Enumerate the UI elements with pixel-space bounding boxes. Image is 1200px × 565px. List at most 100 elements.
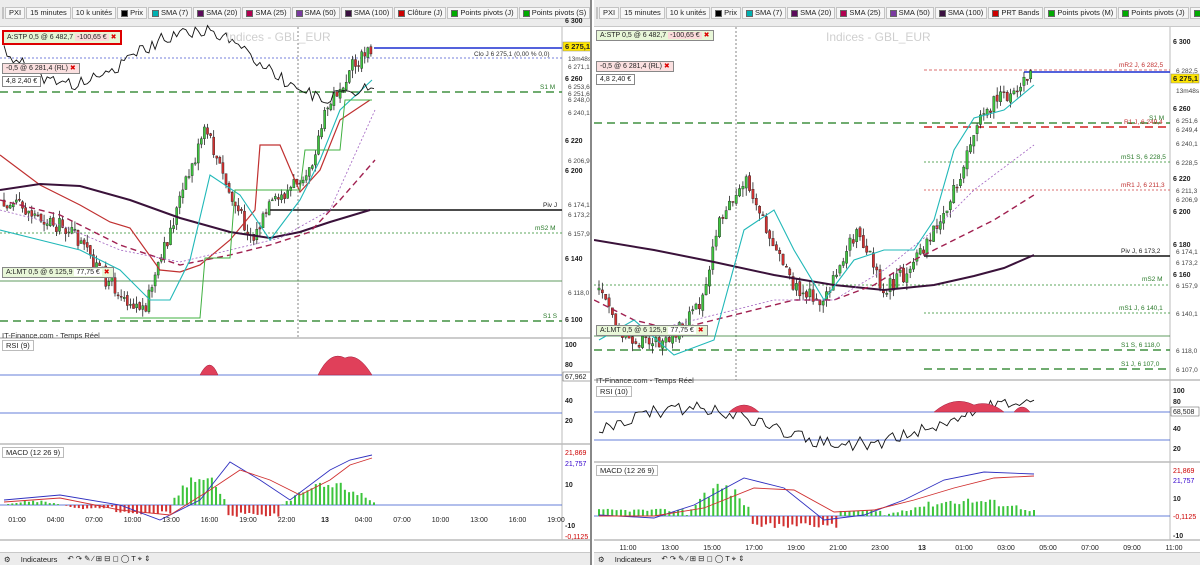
candle-body <box>694 303 698 310</box>
candle-body <box>667 337 671 342</box>
rsi-axis-label: 100 <box>1173 388 1185 395</box>
macd-histogram-bar <box>202 479 205 505</box>
stop-order-tag[interactable]: A:STP 0,5 @ 6 482,7 -100,65 € ✖ <box>596 30 714 41</box>
macd-histogram-bar <box>953 503 956 516</box>
candle-body <box>912 261 915 270</box>
candle-body <box>119 296 123 298</box>
time-axis-label: 03:00 <box>997 545 1015 552</box>
candle-body <box>959 179 962 186</box>
pivot-label: Piv J, 6 173,2 <box>1121 248 1161 255</box>
close-limit-icon[interactable]: ✖ <box>104 269 110 276</box>
close-position-icon[interactable]: ✖ <box>664 63 670 70</box>
macd-histogram-bar <box>181 485 184 505</box>
indicators-button[interactable]: Indicateurs <box>21 555 58 564</box>
indicators-button[interactable]: Indicateurs <box>615 555 652 564</box>
data-feed-label: IT-Finance.com - Temps Réel <box>596 376 694 385</box>
moving-average-line <box>653 144 1035 331</box>
macd-histogram-bar <box>905 511 908 516</box>
macd-histogram-bar <box>830 516 833 524</box>
macd-histogram-bar <box>7 504 10 505</box>
candle-body <box>641 335 644 348</box>
candle-body <box>851 239 855 244</box>
candle-body <box>73 228 77 231</box>
close-order-icon[interactable]: ✖ <box>111 34 117 41</box>
candle-body <box>42 221 46 225</box>
price-level-label: 6 206,9 <box>568 158 590 165</box>
macd-histogram-bar <box>148 505 151 514</box>
candle-body <box>651 343 654 347</box>
draw-tools[interactable]: ↶ ↷ ✎ ∕ ⊞ ⊟ ◻ ◯ T ⌖ ⇕ <box>67 554 150 564</box>
time-axis-label: 04:00 <box>47 517 65 524</box>
stop-order-tag[interactable]: A:STP 0,5 @ 6 482,7 -100,65 € ✖ <box>2 30 122 45</box>
close-limit-icon[interactable]: ✖ <box>698 327 704 334</box>
macd-histogram-bar <box>136 505 139 514</box>
candle-body <box>1022 76 1026 86</box>
pivot-label: mS1 S, 6 228,5 <box>1121 154 1166 161</box>
rsi-title[interactable]: RSI (9) <box>2 340 34 351</box>
close-order-icon[interactable]: ✖ <box>704 32 710 39</box>
stop-order-text: A:STP 0,5 @ 6 482,7 <box>600 32 667 39</box>
candle-body <box>193 162 197 165</box>
macd-histogram-bar <box>127 505 130 514</box>
macd-title[interactable]: MACD (12 26 9) <box>596 465 659 476</box>
position-tag[interactable]: -0,5 @ 6 281,4 (RL) ✖ <box>596 61 674 72</box>
candle-body <box>354 59 357 67</box>
price-level-label: 6 157,9 <box>568 231 590 238</box>
macd-histogram-bar <box>264 505 267 517</box>
macd-histogram-bar <box>331 487 334 505</box>
macd-histogram-bar <box>892 512 895 516</box>
limit-order-tag[interactable]: A:LMT 0,5 @ 6 125,9 77,75 € ✖ <box>2 267 114 278</box>
macd-histogram-bar <box>729 495 732 516</box>
candle-body <box>785 266 788 268</box>
draw-tools[interactable]: ↶ ↷ ✎ ∕ ⊞ ⊟ ◻ ◯ T ⌖ ⇕ <box>661 554 744 564</box>
close-position-icon[interactable]: ✖ <box>70 65 76 72</box>
time-axis-label: 13:00 <box>162 517 180 524</box>
candle-body <box>1009 93 1012 103</box>
settings-icon[interactable]: ⚙ <box>598 555 605 564</box>
rsi-overbought-fill <box>199 364 219 376</box>
macd-histogram-bar <box>69 505 72 507</box>
indicator-toggle-9[interactable]: Points pivots (M) <box>591 7 592 19</box>
candle-body <box>224 173 228 186</box>
stop-order-pl: -100,65 € <box>75 34 109 41</box>
candle-body <box>67 231 71 234</box>
candle-body <box>965 150 969 170</box>
macd-histogram-bar <box>364 497 367 505</box>
macd-histogram-bar <box>19 502 22 505</box>
macd-histogram-bar <box>269 505 272 516</box>
position-tag[interactable]: -0,5 @ 6 281,4 (RL) ✖ <box>2 63 80 74</box>
macd-histogram-bar <box>945 501 948 516</box>
macd-axis-label: 21,757 <box>1173 478 1195 485</box>
time-axis-label: 13 <box>918 545 926 552</box>
price-axis-label: 6 220 <box>565 138 583 145</box>
macd-histogram-bar <box>52 503 55 505</box>
macd-histogram-bar <box>81 505 84 510</box>
macd-histogram-bar <box>808 516 811 526</box>
time-axis-label: 13:00 <box>470 517 488 524</box>
rsi-axis-label: 20 <box>1173 446 1181 453</box>
candle-body <box>1019 86 1022 92</box>
candle-body <box>286 190 289 199</box>
macd-histogram-bar <box>248 505 251 513</box>
candle-body <box>206 127 209 135</box>
candle-body <box>902 267 905 283</box>
price-level-label: 6 140,1 <box>1176 311 1198 318</box>
candle-body <box>230 192 234 202</box>
position-eur: 2,40 € <box>17 78 38 85</box>
candle-body <box>48 218 52 226</box>
macd-histogram-bar <box>115 505 118 513</box>
rsi-title[interactable]: RSI (10) <box>596 386 632 397</box>
macd-histogram-bar <box>694 504 697 516</box>
candle-body <box>724 210 728 219</box>
left-price-chart[interactable]: S1 M Piv J mS2 M S1 S 6 300 6 275,1 13m48s6 27… <box>0 0 592 565</box>
candle-body <box>774 244 778 251</box>
macd-histogram-bar <box>77 505 80 509</box>
candle-body <box>751 189 755 199</box>
pivot-label: S1 S <box>543 313 558 320</box>
right-price-chart[interactable]: mR2 J, 6 282,5S1 MR1 J, 6 249,4mS1 S, 6 … <box>594 0 1200 565</box>
settings-icon[interactable]: ⚙ <box>4 555 11 564</box>
limit-order-tag[interactable]: A:LMT 0,5 @ 6 125,9 77,75 € ✖ <box>596 325 708 336</box>
candle-body <box>754 198 758 206</box>
macd-histogram-bar <box>11 503 14 505</box>
macd-title[interactable]: MACD (12 26 9) <box>2 447 65 458</box>
